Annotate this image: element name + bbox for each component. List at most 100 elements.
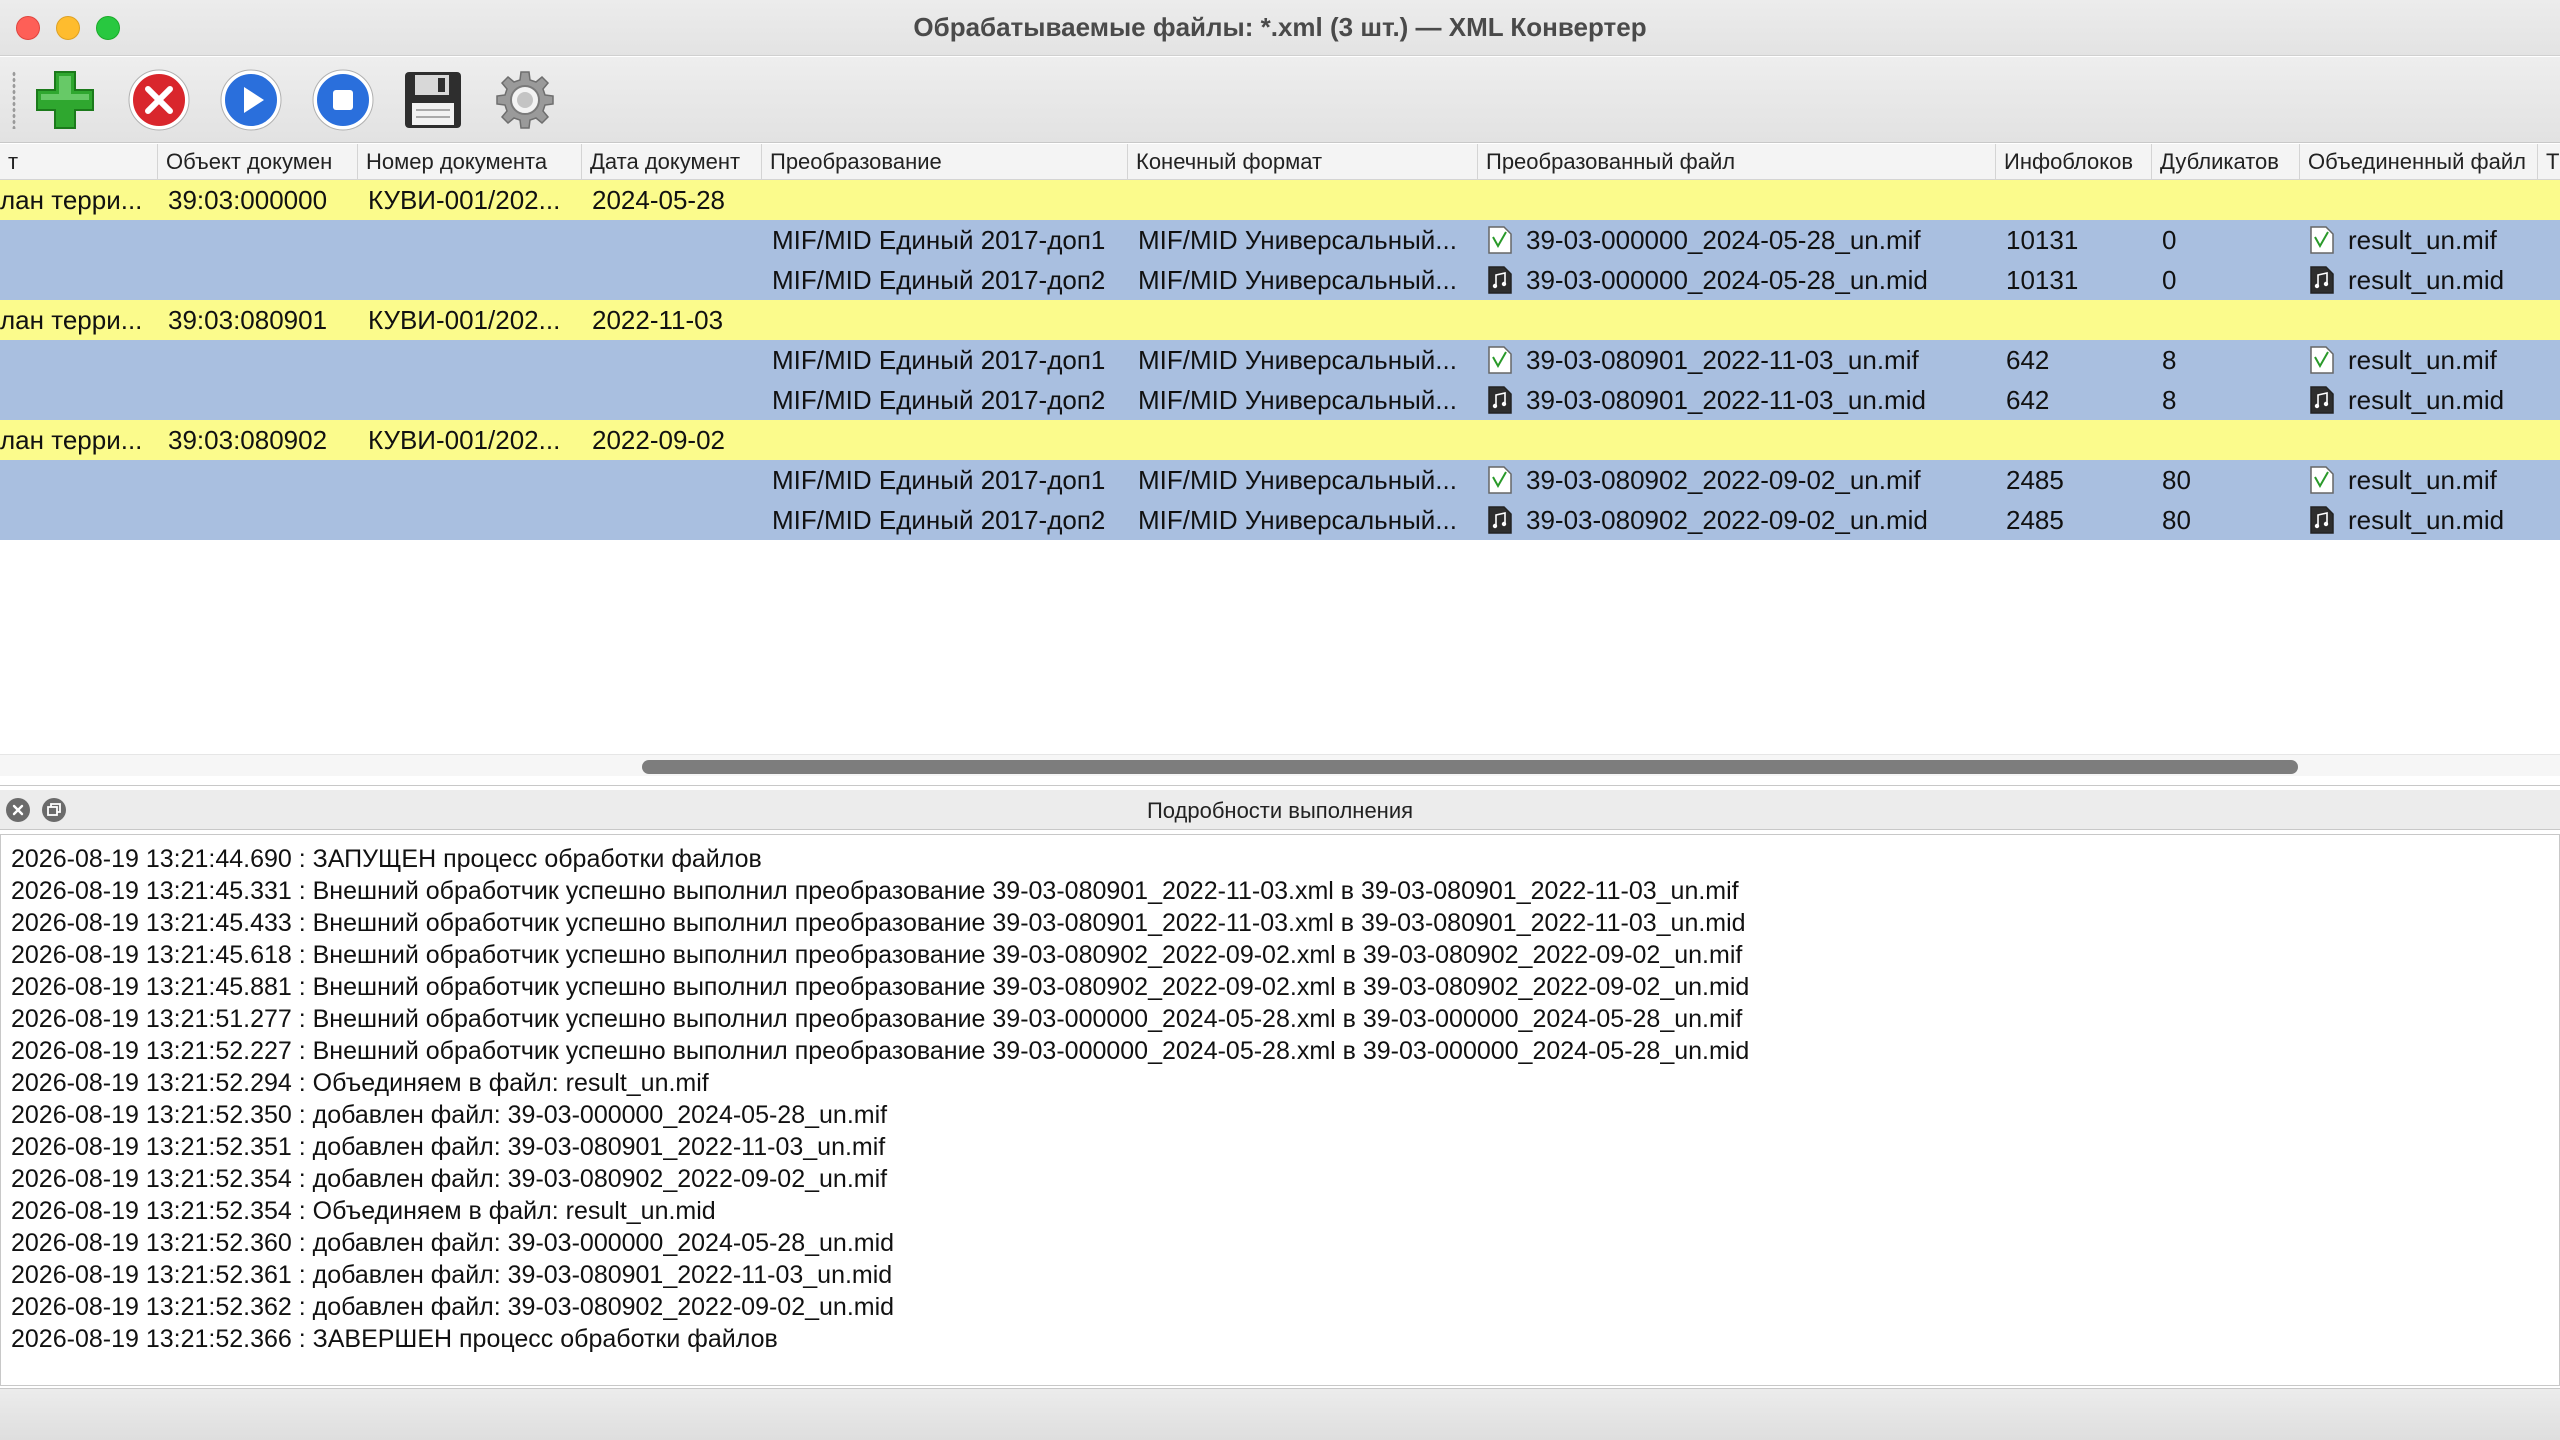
column-header-object[interactable]: Объект докумен (158, 144, 358, 180)
log-line: 2026-08-19 13:21:52.294 : Объединяем в ф… (11, 1069, 709, 1097)
mid-file-icon (1488, 266, 1512, 294)
cell-conversion: MIF/MID Единый 2017-доп1 (772, 465, 1106, 495)
toolbar-grip[interactable] (12, 71, 16, 129)
column-header[interactable]: т (0, 144, 158, 180)
cell-doc-date: 2024-05-28 (592, 185, 725, 215)
cell-conversion: MIF/MID Единый 2017-доп2 (772, 265, 1106, 295)
details-panel-header: Подробности выполнения (0, 790, 2560, 830)
cell-infoblocks: 10131 (2006, 265, 2079, 295)
add-files-button[interactable] (30, 65, 100, 135)
mif-file-icon (2310, 226, 2334, 254)
column-header-converted-file[interactable]: Преобразованный файл (1478, 144, 1996, 180)
cell-object: 39:03:000000 (168, 185, 328, 215)
column-header-infoblocks[interactable]: Инфоблоков (1996, 144, 2152, 180)
cell-converted-file: 39-03-080901_2022-11-03_un.mid (1478, 380, 1996, 420)
mif-file-icon (2310, 466, 2334, 494)
run-button[interactable] (216, 65, 286, 135)
mid-file-icon (1488, 386, 1512, 414)
table-row[interactable]: лан терри... 39:03:080901 КУВИ-001/202..… (0, 300, 2560, 340)
mif-file-icon (1488, 226, 1512, 254)
log-line: 2026-08-19 13:21:45.881 : Внешний обрабо… (11, 973, 1750, 1001)
log-line: 2026-08-19 13:21:45.618 : Внешний обрабо… (11, 941, 1743, 969)
table-row[interactable]: лан терри... 39:03:080902 КУВИ-001/202..… (0, 420, 2560, 460)
cell-doc-date: 2022-09-02 (592, 425, 725, 455)
cell-target-format: MIF/MID Универсальный... (1138, 385, 1457, 415)
cell-object: 39:03:080901 (168, 305, 328, 335)
table-header: т Объект докумен Номер документа Дата до… (0, 144, 2560, 180)
column-header-doc-number[interactable]: Номер документа (358, 144, 582, 180)
cell-merged-file: result_un.mid (2300, 260, 2538, 300)
file-name: 39-03-080902_2022-09-02_un.mid (1526, 505, 1928, 535)
cell-doc-date: 2022-11-03 (592, 305, 724, 335)
floppy-icon (405, 72, 461, 128)
column-header-target-format[interactable]: Конечный формат (1128, 144, 1478, 180)
mid-file-icon (2310, 266, 2334, 294)
cell-object: 39:03:080902 (168, 425, 328, 455)
cell-doc-number: КУВИ-001/202... (368, 305, 561, 335)
table-row[interactable]: MIF/MID Единый 2017-доп1 MIF/MID Универс… (0, 220, 2560, 260)
column-header[interactable]: Т (2538, 144, 2560, 180)
cell-merged-file: result_un.mid (2300, 500, 2538, 540)
file-name: 39-03-080901_2022-11-03_un.mid (1526, 385, 1926, 415)
log-line: 2026-08-19 13:21:52.351 : добавлен файл:… (11, 1133, 886, 1161)
stop-button[interactable] (308, 65, 378, 135)
file-name: result_un.mif (2348, 345, 2497, 375)
cell-merged-file: result_un.mid (2300, 380, 2538, 420)
remove-icon (128, 69, 190, 131)
cell-converted-file: 39-03-080902_2022-09-02_un.mif (1478, 460, 1996, 500)
cell-duplicates: 80 (2162, 465, 2191, 495)
cell-conversion: MIF/MID Единый 2017-доп2 (772, 505, 1106, 535)
play-icon (220, 69, 282, 131)
table-row[interactable]: MIF/MID Единый 2017-доп1 MIF/MID Универс… (0, 340, 2560, 380)
cell-duplicates: 8 (2162, 385, 2177, 415)
column-header-doc-date[interactable]: Дата документ (582, 144, 762, 180)
log-line: 2026-08-19 13:21:45.433 : Внешний обрабо… (11, 909, 1746, 937)
table-row[interactable]: лан терри... 39:03:000000 КУВИ-001/202..… (0, 180, 2560, 220)
cell-name: лан терри... (0, 185, 143, 215)
file-name: result_un.mid (2348, 385, 2505, 415)
column-header-duplicates[interactable]: Дубликатов (2152, 144, 2300, 180)
log-line: 2026-08-19 13:21:52.366 : ЗАВЕРШЕН проце… (11, 1325, 778, 1353)
cell-duplicates: 80 (2162, 505, 2191, 535)
file-name: 39-03-080901_2022-11-03_un.mif (1526, 345, 1919, 375)
cell-converted-file: 39-03-000000_2024-05-28_un.mif (1478, 220, 1996, 260)
cell-name: лан терри... (0, 425, 143, 455)
settings-button[interactable] (490, 65, 560, 135)
scrollbar-thumb[interactable] (642, 760, 2298, 774)
table-row[interactable]: MIF/MID Единый 2017-доп1 MIF/MID Универс… (0, 460, 2560, 500)
cell-converted-file: 39-03-080901_2022-11-03_un.mif (1478, 340, 1996, 380)
log-line: 2026-08-19 13:21:52.360 : добавлен файл:… (11, 1229, 895, 1257)
column-header-conversion[interactable]: Преобразование (762, 144, 1128, 180)
cell-infoblocks: 642 (2006, 385, 2050, 415)
log-line: 2026-08-19 13:21:52.354 : Объединяем в ф… (11, 1197, 716, 1225)
log-line: 2026-08-19 13:21:51.277 : Внешний обрабо… (11, 1005, 1743, 1033)
title-bar: Обрабатываемые файлы: *.xml (3 шт.) — XM… (0, 0, 2560, 56)
cell-target-format: MIF/MID Универсальный... (1138, 465, 1457, 495)
table-row[interactable]: MIF/MID Единый 2017-доп2 MIF/MID Универс… (0, 500, 2560, 540)
cell-converted-file: 39-03-000000_2024-05-28_un.mid (1478, 260, 1996, 300)
mif-file-icon (2310, 346, 2334, 374)
log-line: 2026-08-19 13:21:44.690 : ЗАПУЩЕН процес… (11, 845, 762, 873)
plus-icon (36, 71, 94, 129)
cell-target-format: MIF/MID Универсальный... (1138, 345, 1457, 375)
cell-target-format: MIF/MID Универсальный... (1138, 225, 1457, 255)
cell-conversion: MIF/MID Единый 2017-доп1 (772, 345, 1106, 375)
file-name: 39-03-080902_2022-09-02_un.mif (1526, 465, 1921, 495)
table-row[interactable]: MIF/MID Единый 2017-доп2 MIF/MID Универс… (0, 380, 2560, 420)
gear-icon (496, 71, 554, 129)
save-button[interactable] (398, 65, 468, 135)
column-header-merged-file[interactable]: Объединенный файл (2300, 144, 2538, 180)
stop-icon (312, 69, 374, 131)
cell-duplicates: 0 (2162, 225, 2177, 255)
cell-merged-file: result_un.mif (2300, 460, 2538, 500)
mid-file-icon (2310, 506, 2334, 534)
horizontal-scrollbar[interactable] (0, 754, 2560, 776)
remove-files-button[interactable] (124, 65, 194, 135)
cell-duplicates: 0 (2162, 265, 2177, 295)
cell-conversion: MIF/MID Единый 2017-доп1 (772, 225, 1106, 255)
mid-file-icon (1488, 506, 1512, 534)
cell-target-format: MIF/MID Универсальный... (1138, 265, 1457, 295)
cell-conversion: MIF/MID Единый 2017-доп2 (772, 385, 1106, 415)
execution-log[interactable]: 2026-08-19 13:21:44.690 : ЗАПУЩЕН процес… (0, 834, 2560, 1386)
table-row[interactable]: MIF/MID Единый 2017-доп2 MIF/MID Универс… (0, 260, 2560, 300)
